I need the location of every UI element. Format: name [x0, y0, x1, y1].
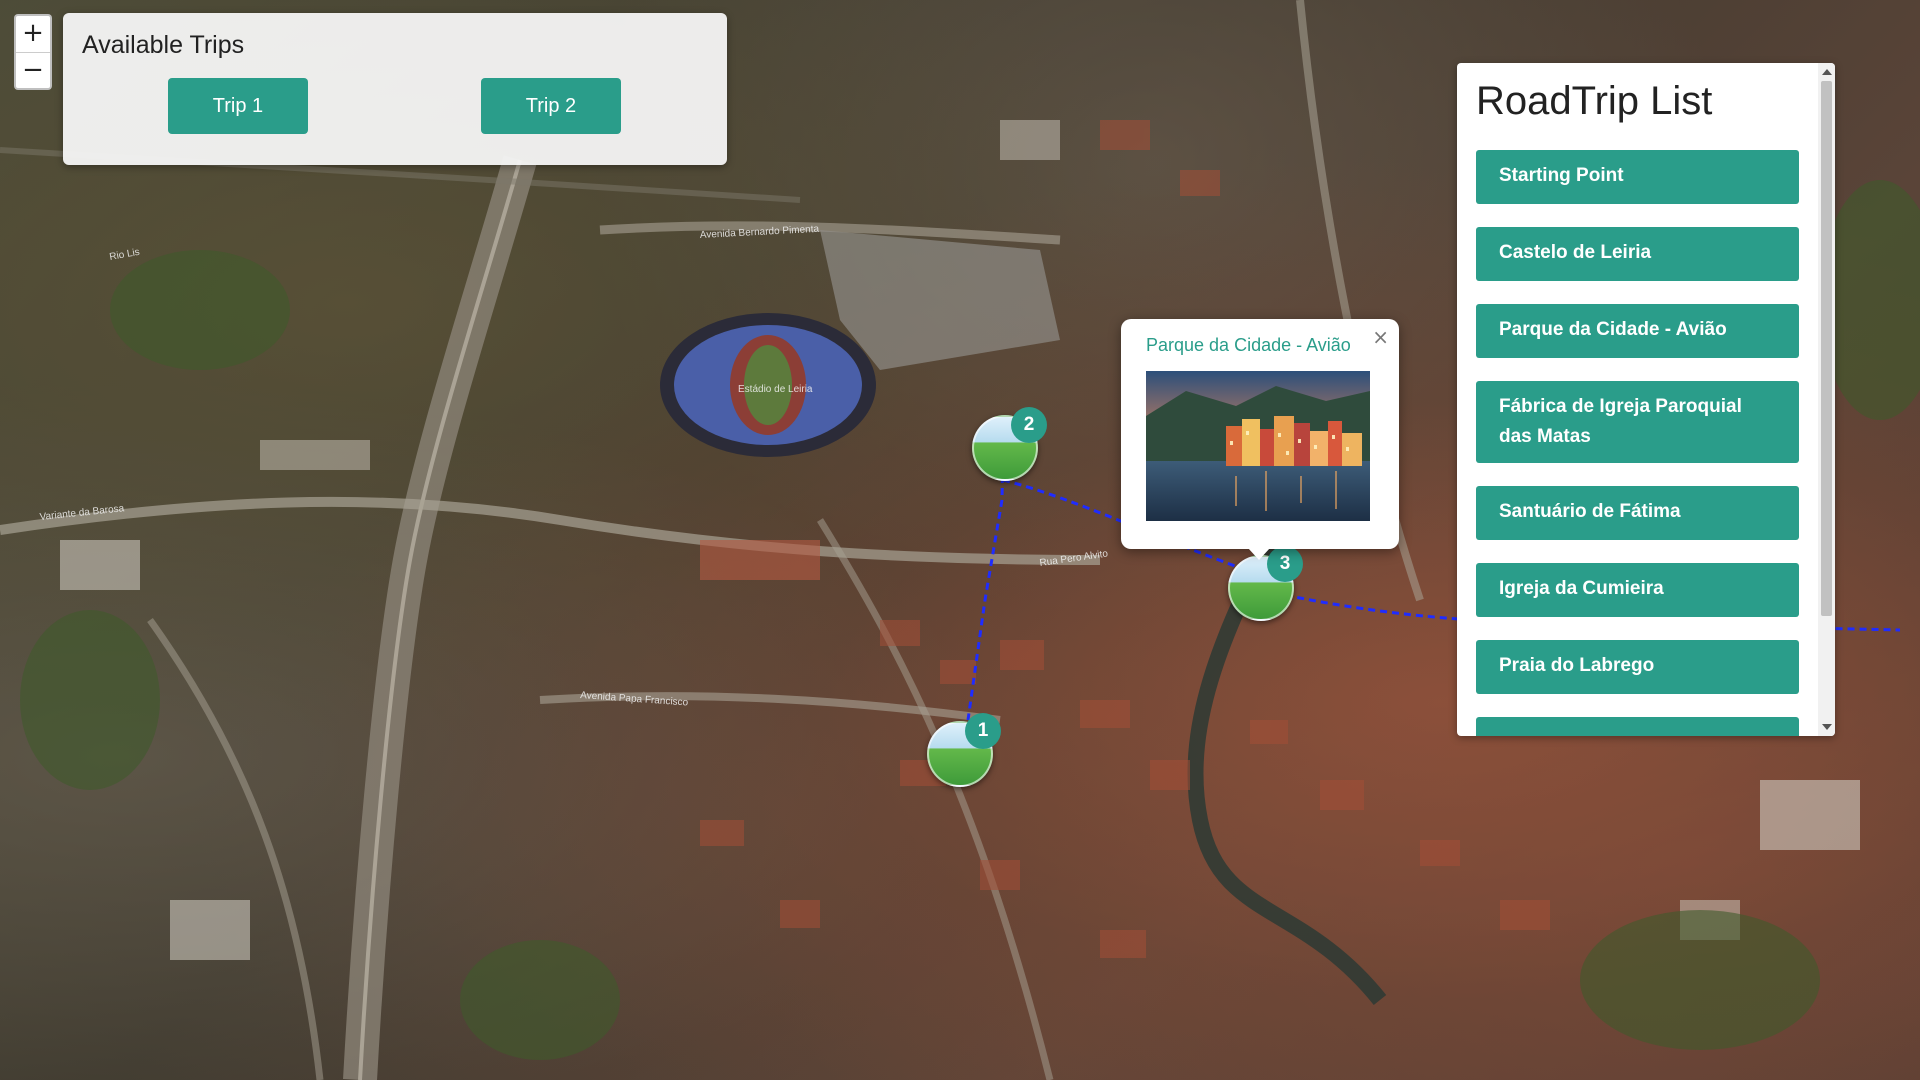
map-label: Estádio de Leiria	[738, 384, 813, 395]
stop-santuario-de-fatima[interactable]: Santuário de Fátima	[1476, 486, 1799, 540]
stop-fabrica-de-igreja[interactable]: Fábrica de Igreja Paroquial das Matas	[1476, 381, 1799, 463]
marker-badge-1[interactable]: 1	[965, 713, 1001, 749]
stop-castelo-de-leiria[interactable]: Castelo de Leiria	[1476, 227, 1799, 281]
list-scrollbar[interactable]	[1818, 63, 1835, 736]
location-popup: Parque da Cidade - Avião ×	[1121, 319, 1399, 549]
scroll-up-icon[interactable]	[1822, 69, 1832, 75]
available-trips-panel: Available Trips Trip 1 Trip 2	[63, 13, 727, 165]
trip-1-button[interactable]: Trip 1	[168, 78, 308, 134]
scroll-down-icon[interactable]	[1822, 724, 1832, 730]
zoom-control: + −	[14, 14, 52, 90]
popup-title: Parque da Cidade - Avião	[1146, 335, 1351, 355]
stop-starting-point[interactable]: Starting Point	[1476, 150, 1799, 204]
marker-badge-2[interactable]: 2	[1011, 407, 1047, 443]
scrollbar-thumb[interactable]	[1821, 81, 1832, 616]
marker-badge-3[interactable]: 3	[1267, 546, 1303, 582]
roadtrip-list-title: RoadTrip List	[1476, 79, 1713, 123]
roadtrip-list-panel: RoadTrip List Starting Point Castelo de …	[1457, 63, 1835, 736]
close-icon[interactable]: ×	[1372, 325, 1389, 349]
map-label: Rua Pero Alvito	[1039, 548, 1109, 569]
trip-2-button[interactable]: Trip 2	[481, 78, 621, 134]
stop-igreja-da-cumieira[interactable]: Igreja da Cumieira	[1476, 563, 1799, 617]
available-trips-title: Available Trips	[82, 31, 245, 59]
stop-partial-next[interactable]	[1476, 717, 1799, 736]
location-image	[1146, 371, 1370, 521]
map-label: Rio Lis	[109, 247, 141, 263]
stop-praia-do-labrego[interactable]: Praia do Labrego	[1476, 640, 1799, 694]
roadtrip-items: Starting Point Castelo de Leiria Parque …	[1476, 150, 1799, 736]
stop-parque-da-cidade[interactable]: Parque da Cidade - Avião	[1476, 304, 1799, 358]
popup-pointer	[1248, 548, 1270, 560]
zoom-in-button[interactable]: +	[16, 16, 50, 53]
zoom-out-button[interactable]: −	[16, 53, 50, 89]
